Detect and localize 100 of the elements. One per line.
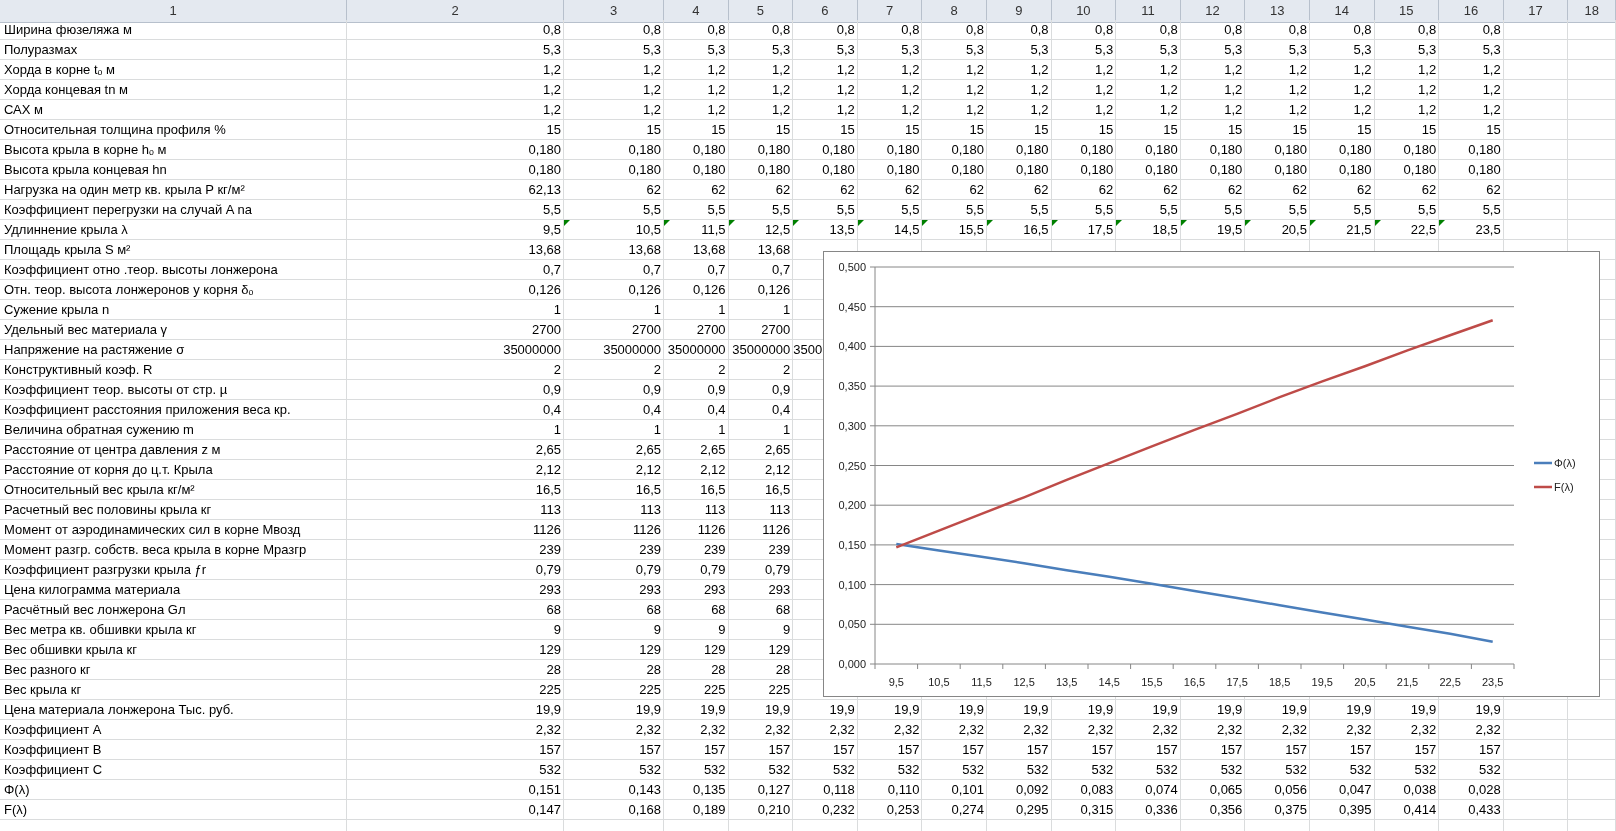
- table-cell-text: 532: [1348, 761, 1373, 780]
- column-header[interactable]: 7: [857, 0, 923, 23]
- column-header[interactable]: 2: [347, 0, 564, 23]
- table-cell-text: 0,180: [950, 161, 985, 180]
- legend-label: F(λ): [1554, 481, 1574, 493]
- table-cell-text: 2,32: [534, 721, 562, 740]
- table-cell-text: Момент разгр. собств. веса крыла в корне Мразгр: [3, 541, 308, 560]
- column-header[interactable]: 8: [922, 0, 987, 23]
- table-cell-text: 0,8: [835, 21, 856, 40]
- table-cell-text: 15: [545, 121, 562, 140]
- table-cell-text: Коэффициент перегрузки на случай A na: [3, 201, 253, 220]
- table-cell-text: 15: [774, 121, 792, 140]
- table-cell-text: 5,3: [1158, 41, 1179, 60]
- table-cell-text: Величина обратная сужению m: [3, 421, 195, 440]
- table-cell-text: 293: [638, 581, 662, 600]
- table-cell-text: Цена килограмма материала: [3, 581, 182, 600]
- table-cell-text: 62: [774, 181, 792, 200]
- table-cell-text: 15: [1033, 121, 1050, 140]
- table-cell-text: 0,79: [763, 561, 792, 580]
- column-header[interactable]: 1: [0, 0, 347, 23]
- column-header[interactable]: 12: [1180, 0, 1246, 23]
- table-cell-text: 1,2: [641, 101, 662, 120]
- table-cell-text: 532: [538, 761, 562, 780]
- table-cell-text: 9: [552, 621, 562, 640]
- table-cell-text: 0,180: [1208, 161, 1244, 180]
- table-cell-text: 5,5: [706, 201, 727, 220]
- table-cell-text: 0,210: [756, 801, 792, 820]
- table-cell-text: 19,9: [1345, 701, 1373, 720]
- table-cell-text: 5,3: [1029, 41, 1050, 60]
- axis-label: 15,5: [1141, 676, 1163, 688]
- table-cell-text: 0,074: [1144, 781, 1179, 800]
- table-cell-text: 1,2: [1352, 101, 1373, 120]
- column-header[interactable]: 9: [986, 0, 1052, 23]
- table-cell: 11,5: [664, 220, 729, 240]
- table-cell-text: 19,9: [957, 701, 985, 720]
- table-cell-text: 0,9: [641, 381, 662, 400]
- column-header[interactable]: 14: [1309, 0, 1375, 23]
- table-cell-text: 2,32: [1216, 721, 1244, 740]
- column-header[interactable]: 16: [1439, 0, 1504, 23]
- table-cell-text: Расстояние от корня до ц.т. Крыла: [3, 461, 214, 480]
- table-cell-text: Коэффициент B: [3, 741, 103, 760]
- column-header[interactable]: 17: [1503, 0, 1569, 23]
- table-cell-text: Коэффициент отно .теор. высоты лонжерона: [3, 261, 279, 280]
- axis-label: 16,5: [1183, 676, 1206, 688]
- axis-label: 13,5: [1056, 676, 1078, 688]
- table-cell-text: 1: [781, 421, 792, 440]
- table-cell-text: 0,232: [821, 801, 856, 820]
- axis-label: 0,500: [838, 261, 866, 273]
- table-cell-text: 15: [1162, 121, 1179, 140]
- table-cell-text: 0,7: [706, 261, 727, 280]
- table-cell: 17,5: [1051, 220, 1117, 240]
- table-cell-text: 62: [1097, 181, 1115, 200]
- table-cell-text: 0,9: [541, 381, 562, 400]
- table-cell-text: 5,5: [900, 201, 921, 220]
- table-cell-text: 239: [702, 541, 727, 560]
- table-cell-text: 1,2: [1094, 101, 1115, 120]
- table-cell-text: 157: [1348, 741, 1373, 760]
- column-header[interactable]: 11: [1116, 0, 1181, 23]
- table-cell-text: Коэффициент теор. высоты от стр. µ: [3, 381, 229, 400]
- table-cell-text: 532: [1478, 761, 1502, 780]
- table-cell-text: 129: [702, 641, 727, 660]
- table-cell-text: 157: [896, 741, 921, 760]
- table-cell-text: 0,180: [692, 161, 727, 180]
- table-cell-text: 0,180: [1144, 141, 1179, 160]
- table-cell-text: 5,3: [835, 41, 856, 60]
- table-cell-text: 2,32: [1280, 721, 1308, 740]
- axis-label: 0,350: [838, 380, 866, 393]
- table-cell-text: 2700: [631, 321, 662, 340]
- table-cell-text: Расстояние от центра давления z м: [3, 441, 222, 460]
- table-cell-text: Напряжение на растяжение σ: [3, 341, 186, 360]
- table-cell-text: Φ(λ): [3, 781, 31, 800]
- column-header[interactable]: 10: [1051, 0, 1117, 23]
- column-header[interactable]: 3: [564, 0, 664, 23]
- table-cell-text: 62: [903, 181, 921, 200]
- table-cell-text: 1,2: [835, 61, 856, 80]
- table-cell-text: 157: [1413, 741, 1438, 760]
- table-cell-text: 16,5: [634, 481, 662, 500]
- table-cell-text: 225: [702, 681, 727, 700]
- table-cell-text: 0,056: [1273, 781, 1308, 800]
- table-cell-text: 2,32: [893, 721, 921, 740]
- table-cell-text: 1: [652, 301, 662, 320]
- table-cell-text: 1,2: [771, 61, 792, 80]
- table-cell-text: 239: [767, 541, 792, 560]
- column-header[interactable]: 18: [1568, 0, 1616, 23]
- table-cell-text: 239: [638, 541, 662, 560]
- table-cell-text: Хорда в корне tₒ м: [3, 61, 116, 80]
- column-header[interactable]: 5: [728, 0, 794, 23]
- table-cell-text: 1,2: [900, 61, 921, 80]
- table-cell-text: 1,2: [641, 81, 662, 100]
- table-cell-text: 1,2: [1158, 101, 1179, 120]
- column-header[interactable]: 15: [1374, 0, 1440, 23]
- column-header[interactable]: 13: [1245, 0, 1310, 23]
- table-cell-text: 62,13: [527, 181, 562, 200]
- table-cell: 23,5: [1439, 220, 1504, 240]
- table-cell-text: 19,9: [1280, 701, 1308, 720]
- table-cell-text: 0,180: [1467, 161, 1502, 180]
- column-header[interactable]: 6: [793, 0, 858, 23]
- table-cell-text: 532: [638, 761, 662, 780]
- column-header[interactable]: 4: [664, 0, 729, 23]
- table-cell-text: 2,65: [699, 441, 727, 460]
